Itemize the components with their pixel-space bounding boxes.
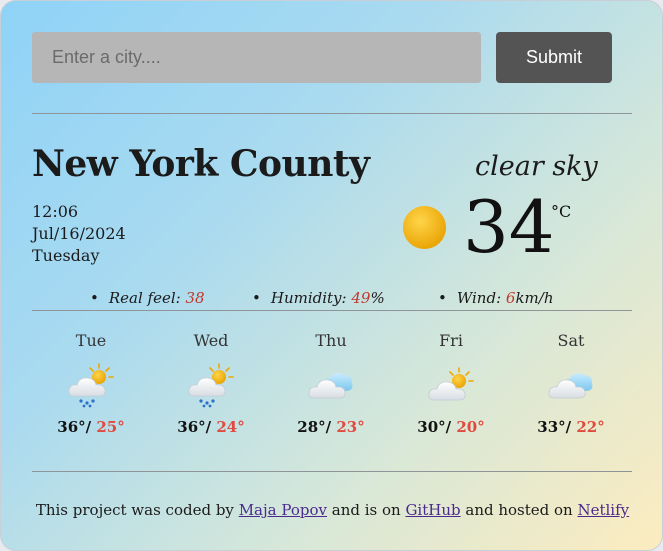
- footer: This project was coded by Maja Popov and…: [1, 501, 662, 519]
- weather-description: clear sky: [475, 151, 598, 182]
- bullet-icon: •: [90, 289, 99, 307]
- rain-cloud-sun-icon: [68, 363, 114, 408]
- submit-button[interactable]: Submit: [496, 32, 612, 83]
- forecast-max: 33°: [537, 418, 566, 436]
- forecast-temps: 36°/ 24°: [177, 418, 245, 436]
- forecast-temps: 28°/ 23°: [297, 418, 365, 436]
- real-feel-value: 38: [185, 289, 205, 307]
- search-form: Submit: [32, 32, 612, 83]
- netlify-link[interactable]: Netlify: [577, 501, 629, 519]
- humidity-item: • Humidity: 49%: [252, 289, 385, 307]
- forecast-max: 30°: [417, 418, 446, 436]
- forecast-min: 20°: [456, 418, 485, 436]
- city-search-input[interactable]: [32, 32, 481, 83]
- forecast-day-name: Thu: [315, 331, 347, 350]
- author-link[interactable]: Maja Popov: [239, 501, 327, 519]
- wind-item: • Wind: 6km/h: [438, 289, 553, 307]
- current-temperature: 34: [463, 185, 555, 269]
- forecast-min: 24°: [216, 418, 245, 436]
- cloud-icon: [308, 373, 353, 399]
- forecast-day-name: Sat: [557, 331, 585, 350]
- github-link[interactable]: GitHub: [405, 501, 460, 519]
- forecast-max: 28°: [297, 418, 326, 436]
- forecast-day: Sat 33°/ 22°: [511, 331, 631, 436]
- forecast-day: Tue 36°/ 25°: [31, 331, 151, 436]
- real-feel-label: Real feel:: [108, 289, 186, 307]
- forecast-temps: 33°/ 22°: [537, 418, 605, 436]
- divider: [32, 471, 632, 472]
- footer-text: and is on: [326, 501, 406, 519]
- weather-card: Submit New York County 12:06 Jul/16/2024…: [0, 0, 663, 551]
- forecast-min: 25°: [96, 418, 125, 436]
- divider: [32, 310, 632, 311]
- current-date: Jul/16/2024: [32, 224, 126, 243]
- rain-cloud-sun-icon: [188, 363, 234, 408]
- city-name: New York County: [32, 143, 370, 185]
- humidity-label: Humidity:: [270, 289, 352, 307]
- forecast-day-name: Tue: [75, 331, 107, 350]
- bullet-icon: •: [252, 289, 261, 307]
- footer-text: This project was coded by: [35, 501, 239, 519]
- cloud-sun-icon: [428, 367, 474, 401]
- cloud-icon: [548, 373, 593, 399]
- forecast-temps: 36°/ 25°: [57, 418, 125, 436]
- divider: [32, 113, 632, 114]
- forecast-min: 23°: [336, 418, 365, 436]
- humidity-value: 49: [351, 289, 371, 307]
- forecast-day: Fri 30°/ 20°: [391, 331, 511, 436]
- wind-unit: km/h: [515, 289, 554, 307]
- forecast-day-name: Wed: [193, 331, 229, 350]
- current-weekday: Tuesday: [32, 246, 100, 265]
- current-time: 12:06: [32, 202, 79, 221]
- weather-details: • Real feel: 38 • Humidity: 49% • Wind: 6km…: [1, 289, 662, 309]
- real-feel-item: • Real feel: 38: [90, 289, 205, 307]
- current-datetime: 12:06 Jul/16/2024 Tuesday: [32, 201, 126, 267]
- bullet-icon: •: [438, 289, 447, 307]
- humidity-unit: %: [370, 289, 385, 307]
- footer-text: and hosted on: [460, 501, 578, 519]
- forecast-day-name: Fri: [439, 331, 463, 350]
- forecast-temps: 30°/ 20°: [417, 418, 485, 436]
- forecast-day: Wed 36°/ 24°: [151, 331, 271, 436]
- temperature-unit: °C: [551, 202, 572, 221]
- forecast-max: 36°: [57, 418, 86, 436]
- forecast-day: Thu 28°/ 23°: [271, 331, 391, 436]
- sun-icon: [402, 205, 447, 250]
- wind-label: Wind:: [456, 289, 506, 307]
- forecast-max: 36°: [177, 418, 206, 436]
- forecast-min: 22°: [576, 418, 605, 436]
